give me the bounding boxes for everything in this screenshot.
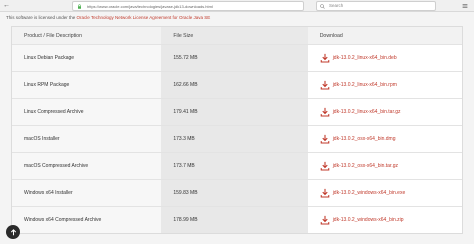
header-description: Product / File Description	[12, 27, 162, 44]
table-row: macOS Compressed Archive 173.7 MB jdk-13.0…	[12, 152, 462, 179]
file-description: Linux Debian Package	[12, 45, 162, 71]
browser-toolbar: ← https://www.oracle.com/java/technologi…	[0, 0, 474, 12]
arrow-up-icon	[10, 228, 16, 235]
download-link[interactable]: jdk-13.0.2_linux-x64_bin.rpm	[333, 82, 397, 88]
header-download: Download	[307, 27, 462, 44]
download-link-group[interactable]: jdk-13.0.2_osx-x64_bin.tar.gz	[320, 161, 398, 171]
download-link[interactable]: jdk-13.0.2_osx-x64_bin.dmg	[333, 136, 396, 142]
download-icon[interactable]	[320, 215, 330, 225]
downloads-table: Product / File Description File Size Dow…	[11, 26, 463, 234]
download-link[interactable]: jdk-13.0.2_linux-x64_bin.deb	[333, 55, 397, 61]
download-cell: jdk-13.0.2_linux-x64_bin.rpm	[307, 72, 462, 98]
download-cell: jdk-13.0.2_linux-x64_bin.deb	[307, 45, 462, 71]
file-description: Linux RPM Package	[12, 72, 162, 98]
download-cell: jdk-13.0.2_linux-x64_bin.tar.gz	[307, 99, 462, 125]
file-description: Windows x64 Compressed Archive	[12, 207, 162, 233]
file-size: 173.7 MB	[161, 153, 308, 179]
download-icon[interactable]	[320, 107, 330, 117]
scroll-to-top-button[interactable]	[6, 225, 20, 239]
file-size: 179.41 MB	[161, 99, 308, 125]
table-row: Linux Debian Package 155.72 MB jdk-13.0.2_…	[12, 44, 462, 71]
download-link-group[interactable]: jdk-13.0.2_linux-x64_bin.rpm	[320, 80, 397, 90]
file-description: macOS Compressed Archive	[12, 153, 162, 179]
file-size: 155.72 MB	[161, 45, 308, 71]
download-link[interactable]: jdk-13.0.2_linux-x64_bin.tar.gz	[333, 109, 401, 115]
file-description: Linux Compressed Archive	[12, 99, 162, 125]
table-row: Windows x64 Compressed Archive 178.99 MB j…	[12, 206, 462, 233]
search-icon	[320, 4, 325, 9]
table-row: macOS Installer 173.3 MB jdk-13.0.2_osx-x6…	[12, 125, 462, 152]
download-link[interactable]: jdk-13.0.2_windows-x64_bin.zip	[333, 217, 404, 223]
download-icon[interactable]	[320, 53, 330, 63]
download-link-group[interactable]: jdk-13.0.2_windows-x64_bin.zip	[320, 215, 404, 225]
header-file-size: File Size	[161, 27, 308, 44]
download-link[interactable]: jdk-13.0.2_osx-x64_bin.tar.gz	[333, 163, 398, 169]
download-link[interactable]: jdk-13.0.2_windows-x64_bin.exe	[333, 190, 406, 196]
download-cell: jdk-13.0.2_windows-x64_bin.zip	[307, 207, 462, 233]
download-cell: jdk-13.0.2_osx-x64_bin.tar.gz	[307, 153, 462, 179]
back-icon[interactable]: ←	[2, 1, 11, 10]
download-icon[interactable]	[320, 134, 330, 144]
table-row: Linux Compressed Archive 179.41 MB jdk-13.…	[12, 98, 462, 125]
download-link-group[interactable]: jdk-13.0.2_linux-x64_bin.deb	[320, 53, 397, 63]
lock-icon	[78, 4, 81, 9]
license-notice-text: This software is licensed under the	[6, 15, 77, 20]
search-input[interactable]: Search	[316, 1, 436, 11]
search-placeholder: Search	[329, 3, 344, 8]
file-size: 178.99 MB	[161, 207, 308, 233]
file-size: 159.83 MB	[161, 180, 308, 206]
table-row: Windows x64 Installer 159.83 MB jdk-13.0.2…	[12, 179, 462, 206]
license-notice: This software is licensed under the Orac…	[0, 12, 474, 24]
download-icon[interactable]	[320, 188, 330, 198]
table-row: Linux RPM Package 162.66 MB jdk-13.0.2_lin…	[12, 71, 462, 98]
file-size: 173.3 MB	[161, 126, 308, 152]
download-link-group[interactable]: jdk-13.0.2_windows-x64_bin.exe	[320, 188, 406, 198]
license-link[interactable]: Oracle Technology Network License Agreem…	[77, 15, 211, 20]
download-link-group[interactable]: jdk-13.0.2_linux-x64_bin.tar.gz	[320, 107, 401, 117]
file-description: macOS Installer	[12, 126, 162, 152]
file-description: Windows x64 Installer	[12, 180, 162, 206]
file-size: 162.66 MB	[161, 72, 308, 98]
table-header-row: Product / File Description File Size Dow…	[12, 27, 462, 44]
download-icon[interactable]	[320, 80, 330, 90]
download-cell: jdk-13.0.2_windows-x64_bin.exe	[307, 180, 462, 206]
url-text: https://www.oracle.com/java/technologies…	[87, 3, 213, 9]
download-link-group[interactable]: jdk-13.0.2_osx-x64_bin.dmg	[320, 134, 396, 144]
address-bar[interactable]: https://www.oracle.com/java/technologies…	[72, 1, 304, 11]
download-icon[interactable]	[320, 161, 330, 171]
menu-icon[interactable]	[462, 3, 468, 9]
download-cell: jdk-13.0.2_osx-x64_bin.dmg	[307, 126, 462, 152]
